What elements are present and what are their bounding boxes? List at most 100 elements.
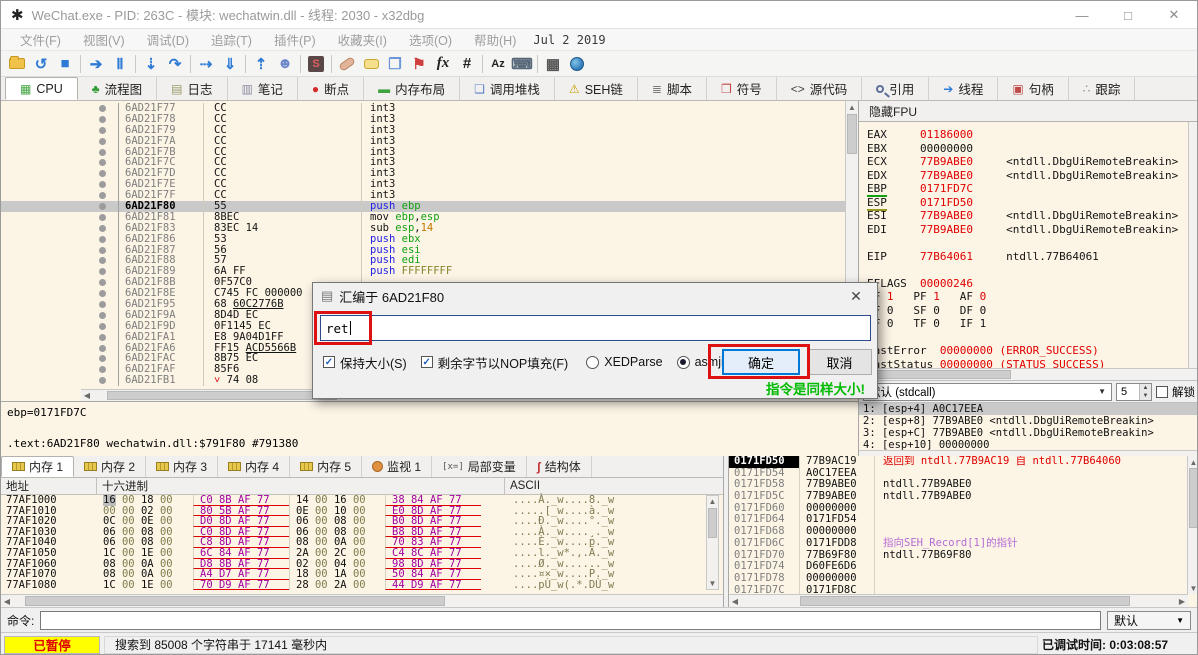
stack-row[interactable]: 0171FD5C77B9ABE0ntdll.77B9ABE0 <box>729 491 1198 503</box>
register-row[interactable]: ESP 0171FD50 <box>867 196 1198 210</box>
argument-count-spinner[interactable]: 5 ▲▼ <box>1116 383 1152 401</box>
command-input[interactable] <box>40 611 1101 630</box>
register-row[interactable]: ESI 77B9ABE0 <ntdll.DbgUiRemoteBreakin> <box>867 209 1198 223</box>
register-row[interactable]: EAX 01186000 <box>867 128 1198 142</box>
comments-icon[interactable] <box>359 54 383 74</box>
unlock-checkbox[interactable]: 解锁 <box>1156 384 1195 400</box>
memory-row[interactable]: 77AF10801C 00 1E 0070 D9 AF 7728 00 2A 0… <box>1 580 705 591</box>
stack-row[interactable]: 0171FD74D60FE6D6 <box>729 561 1198 573</box>
strings-icon[interactable]: S <box>304 54 328 74</box>
register-row[interactable]: EFLAGS 00000246 <box>867 277 1198 291</box>
register-row[interactable]: EIP 77B64061 ntdll.77B64061 <box>867 250 1198 264</box>
open-file-icon[interactable] <box>5 54 29 74</box>
register-row[interactable]: LastStatus 00000000 (STATUS_SUCCESS) <box>867 358 1198 369</box>
stack-panel[interactable]: 0171FD5077B9AC19返回到 ntdll.77B9AC19 自 ntd… <box>728 456 1198 607</box>
register-row[interactable]: EBP 0171FD7C <box>867 182 1198 196</box>
disasm-row[interactable]: 6AD21F7ACCint3 <box>1 136 846 147</box>
tab-内存 1[interactable]: 内存 1 <box>1 456 74 477</box>
register-row[interactable]: EBX 00000000 <box>867 142 1198 156</box>
command-preset-select[interactable]: 默认▼ <box>1107 611 1191 630</box>
menu-item[interactable]: 追踪(T) <box>200 30 263 49</box>
xedparse-radio[interactable]: XEDParse <box>586 355 662 369</box>
fill-nop-checkbox[interactable]: ✓剩余字节以NOP填充(F) <box>421 353 569 372</box>
argument-row[interactable]: 2: [esp+8] 77B9ABE0 <ntdll.DbgUiRemoteBr… <box>859 415 1198 427</box>
patches-icon[interactable] <box>335 54 359 74</box>
argument-row[interactable]: 3: [esp+C] 77B9ABE0 <ntdll.DbgUiRemoteBr… <box>859 427 1198 439</box>
pause-icon[interactable]: Ⅱ <box>108 54 132 74</box>
stack-row[interactable]: 0171FD7800000000 <box>729 573 1198 585</box>
registers-hscrollbar[interactable] <box>859 368 1198 380</box>
stack-row[interactable]: 0171FD5077B9AC19返回到 ntdll.77B9AC19 自 ntd… <box>729 456 1198 468</box>
hash-icon[interactable]: # <box>455 54 479 74</box>
dialog-close-icon[interactable]: ✕ <box>843 288 869 305</box>
execute-till-return-icon[interactable]: ⇡ <box>249 54 273 74</box>
preferences-globe-icon[interactable] <box>565 54 589 74</box>
stack-hscrollbar[interactable]: ◀ ▶ <box>729 594 1188 607</box>
tab-SEH链[interactable]: ⚠SEH链 <box>555 77 638 100</box>
calling-convention-select[interactable]: 默认 (stdcall)▼ <box>863 383 1112 401</box>
tab-CPU[interactable]: ▦CPU <box>5 77 78 100</box>
assemble-instruction-input[interactable]: ret <box>320 315 871 341</box>
tab-断点[interactable]: ●断点 <box>298 77 364 100</box>
calculator-icon[interactable]: ▦ <box>541 54 565 74</box>
assembler-icon[interactable]: ⌨ <box>510 54 534 74</box>
register-row[interactable]: EDX 77B9ABE0 <ntdll.DbgUiRemoteBreakin> <box>867 169 1198 183</box>
register-row[interactable]: OF 0 SF 0 DF 0 <box>867 304 1198 318</box>
tab-内存 5[interactable]: 内存 5 <box>290 456 362 477</box>
step-out-icon[interactable]: ⇓ <box>218 54 242 74</box>
close-button[interactable]: ✕ <box>1151 1 1197 29</box>
tab-流程图[interactable]: ♣流程图 <box>78 77 157 100</box>
tab-局部变量[interactable]: [x=]局部变量 <box>432 456 527 477</box>
register-row[interactable]: ZF 1 PF 1 AF 0 <box>867 290 1198 304</box>
dialog-title-bar[interactable]: ▤ 汇编于 6AD21F80 ✕ <box>313 283 877 309</box>
stack-row[interactable]: 0171FD6000000000 <box>729 503 1198 515</box>
argument-row[interactable]: 1: [esp+4] A0C17EEA <box>859 403 1198 415</box>
run-to-selection-icon[interactable]: ⇢ <box>194 54 218 74</box>
register-row[interactable] <box>867 263 1198 277</box>
menu-item[interactable]: 文件(F) <box>9 30 72 49</box>
disasm-row[interactable]: 6AD21F8653push ebx <box>1 234 846 245</box>
menu-item[interactable]: 视图(V) <box>72 30 136 49</box>
argument-row[interactable]: 4: [esp+10] 00000000 <box>859 439 1198 450</box>
tab-内存 4[interactable]: 内存 4 <box>218 456 290 477</box>
menu-item[interactable]: 帮助(H) <box>463 30 527 49</box>
hide-fpu-button[interactable]: 隐藏FPU <box>859 101 1198 122</box>
tab-内存布局[interactable]: ▬内存布局 <box>364 77 460 100</box>
tab-线程[interactable]: ➔线程 <box>929 77 998 100</box>
stack-row[interactable]: 0171FD6C0171FDD8指向SEH_Record[1]的指针 <box>729 538 1198 550</box>
menu-item[interactable]: 收藏夹(I) <box>327 30 398 49</box>
run-to-user-code-icon[interactable]: ☻ <box>273 54 297 74</box>
memory-hscrollbar[interactable]: ◀ <box>1 594 724 607</box>
cancel-button[interactable]: 取消 <box>807 349 872 375</box>
registers-vscrollbar[interactable] <box>1188 122 1198 368</box>
menu-item[interactable]: 调试(D) <box>136 30 200 49</box>
tab-笔记[interactable]: ▥笔记 <box>228 77 298 100</box>
minimize-button[interactable]: — <box>1059 1 1105 29</box>
register-row[interactable]: ECX 77B9ABE0 <ntdll.DbgUiRemoteBreakin> <box>867 155 1198 169</box>
tab-符号[interactable]: ❒符号 <box>707 77 777 100</box>
tab-脚本[interactable]: ≣脚本 <box>638 77 707 100</box>
register-row[interactable] <box>867 331 1198 345</box>
labels-icon[interactable]: ❐ <box>383 54 407 74</box>
tab-日志[interactable]: ▤日志 <box>157 77 227 100</box>
tab-结构体[interactable]: ʃ结构体 <box>527 456 592 477</box>
stack-vscrollbar[interactable]: ▲ ▼ <box>1187 456 1198 594</box>
restart-icon[interactable]: ↺ <box>29 54 53 74</box>
stack-row[interactable]: 0171FD640171FD54 <box>729 514 1198 526</box>
memory-vscrollbar[interactable]: ▲ ▼ <box>706 495 719 590</box>
bookmarks-icon[interactable]: ⚑ <box>407 54 431 74</box>
tab-内存 3[interactable]: 内存 3 <box>146 456 218 477</box>
tab-句柄[interactable]: ▣句柄 <box>998 77 1068 100</box>
register-row[interactable] <box>867 236 1198 250</box>
functions-icon[interactable]: fx <box>431 54 455 74</box>
register-row[interactable]: CF 0 TF 0 IF 1 <box>867 317 1198 331</box>
tab-跟踪[interactable]: ∴跟踪 <box>1069 77 1136 100</box>
stop-debug-icon[interactable]: ■ <box>53 54 77 74</box>
menu-item[interactable]: 选项(O) <box>398 30 463 49</box>
maximize-button[interactable]: □ <box>1105 1 1151 29</box>
stack-row[interactable]: 0171FD7077B69F80ntdll.77B69F80 <box>729 550 1198 562</box>
run-icon[interactable]: ➔ <box>84 54 108 74</box>
tab-调用堆栈[interactable]: ❏调用堆栈 <box>460 77 555 100</box>
step-into-icon[interactable]: ⇣ <box>139 54 163 74</box>
step-over-icon[interactable]: ↷ <box>163 54 187 74</box>
